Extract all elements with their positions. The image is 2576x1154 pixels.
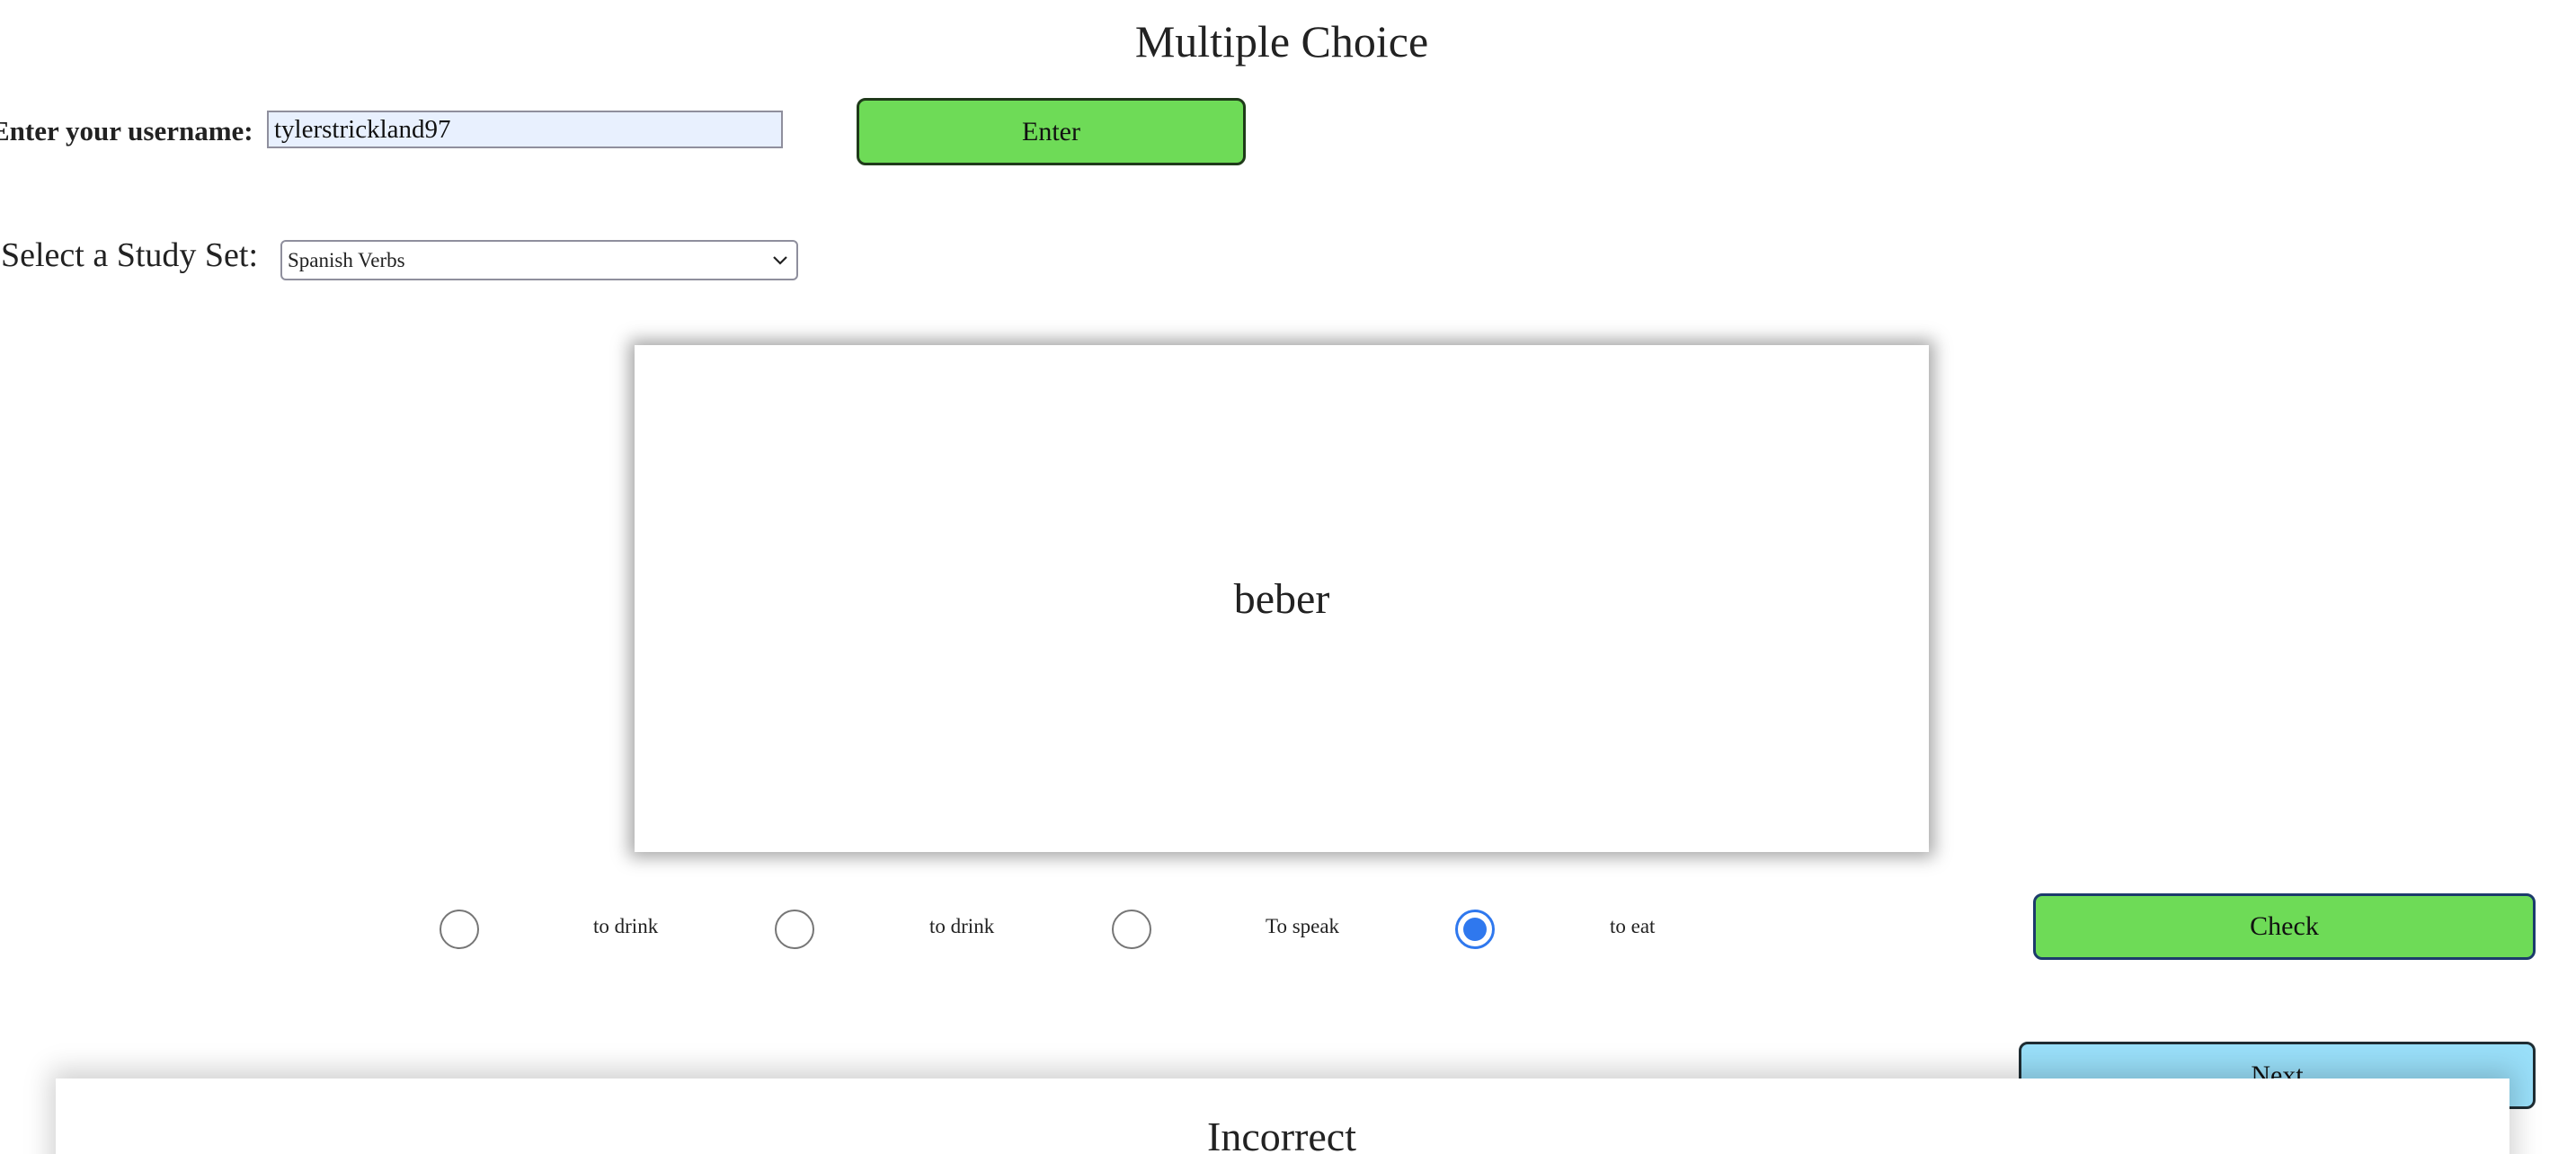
multiple-choice-page: Multiple Choice Enter your username: Ent… [0, 0, 2576, 1154]
option-radio-1[interactable] [440, 910, 479, 949]
page-title: Multiple Choice [1134, 16, 1429, 67]
study-set-selected-value: Spanish Verbs [288, 249, 405, 271]
study-set-select[interactable]: Spanish Verbs [280, 240, 798, 280]
option-radio-3[interactable] [1112, 910, 1151, 949]
result-text: Incorrect [1207, 1114, 1356, 1154]
option-label-1: to drink [593, 915, 659, 937]
username-input[interactable] [267, 111, 783, 148]
check-button[interactable]: Check [2033, 893, 2536, 960]
option-radio-4[interactable] [1455, 910, 1495, 949]
chevron-down-icon [773, 256, 787, 265]
flashcard-term: beber [1233, 574, 1330, 623]
option-label-2: to drink [929, 915, 995, 937]
enter-button[interactable]: Enter [857, 98, 1246, 165]
option-label-4: to eat [1610, 915, 1656, 937]
option-radio-2[interactable] [775, 910, 814, 949]
username-label: Enter your username: [0, 115, 253, 146]
option-label-3: To speak [1266, 915, 1340, 937]
flashcard: beber [635, 345, 1929, 852]
study-set-label: Select a Study Set: [1, 236, 259, 274]
